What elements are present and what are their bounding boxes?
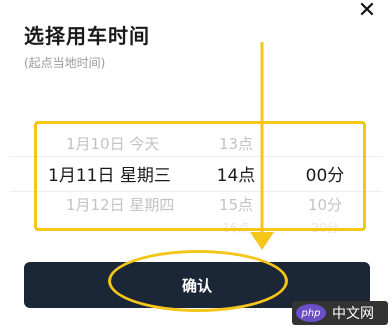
close-icon: ✕ [357, 0, 377, 23]
watermark-text: 中文网 [332, 306, 374, 322]
picker-highlight-box [34, 121, 366, 231]
php-logo-icon: php [296, 304, 326, 322]
page-subtitle: (起点当地时间) [24, 56, 106, 70]
page-title: 选择用车时间 [24, 24, 150, 48]
close-button[interactable]: ✕ [356, 0, 378, 22]
site-watermark: php 中文网 [292, 301, 388, 325]
